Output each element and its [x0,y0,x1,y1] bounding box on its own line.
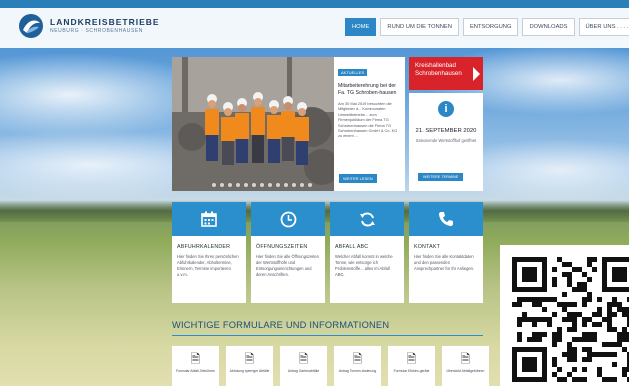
nav-ueber-uns[interactable]: ÜBER UNS . . . . . . . [578,18,629,36]
read-more-button[interactable]: WEITER LESEN [339,174,377,183]
qr-code-graphic [512,257,629,382]
tile-text: Hier finden Sie alle Kontaktdaten und de… [414,254,475,271]
logo-title: LANDKREISBETRIEBE [50,17,160,27]
forms-divider [172,335,483,336]
document-icon: 🗎 [352,352,363,366]
form-label: Formular Abfall-Gebühren [175,369,215,373]
form-card[interactable]: 🗎 Antrag Tonnen-änderung [334,346,381,386]
form-label: Abholung sperriger Abfälle [229,369,270,373]
document-icon: 🗎 [406,352,417,366]
calendar-icon [172,202,246,236]
form-card[interactable]: 🗎 Übersicht Abfallgebühren [442,346,489,386]
clock-icon [251,202,325,236]
top-accent-bar [0,0,629,8]
form-label: Formular Elektro-geräte [393,369,430,373]
tile-abfall-abc[interactable]: ABFALL ABC Welcher Abfall kommt in welch… [330,202,404,303]
nav-entsorgung[interactable]: ENTSORGUNG [462,18,519,36]
info-icon: i [438,101,454,117]
document-icon: 🗎 [244,352,255,366]
form-label: Antrag Tonnen-änderung [338,369,377,373]
news-teaser: AKTUELLES Mitarbeiterehrung bei der Fa. … [334,57,405,191]
document-icon: 🗎 [460,352,471,366]
tile-text: Welcher Abfall kommt in welche Tonne, wi… [335,254,393,277]
form-card[interactable]: 🗎 Abholung sperriger Abfälle [226,346,273,386]
kreishallenbad-label: Kreishallenbad Schrobenhausen [415,62,462,77]
event-box: i 21. SEPTEMBER 2020 Saisonende Wertstof… [409,93,483,191]
tile-text: Hier finden Sie Ihren persönlichen Abfuh… [177,254,239,277]
tile-title: KONTAKT [414,244,441,250]
news-tag: AKTUELLES [338,69,368,76]
event-date: 21. SEPTEMBER 2020 [415,128,477,134]
forms-section-title: WICHTIGE FORMULARE UND INFORMATIONEN [172,320,390,330]
tile-title: ABFALL ABC [335,244,369,250]
news-text: Am 30 Mai 2019 besuchten die Mitglieder … [338,101,398,139]
event-text: Saisonende Wertstoffhof geöffnet [415,138,477,143]
refresh-icon [330,202,404,236]
nav-home[interactable]: HOME [345,18,377,36]
main-navigation: HOME RUND UM DIE TONNEN ENTSORGUNG DOWNL… [345,18,629,36]
document-icon: 🗎 [190,352,201,366]
logo-subtitle: NEUBURG · SCHROBENHAUSEN [50,28,144,34]
more-dates-button[interactable]: WEITERE TERMINE [418,173,464,181]
tile-abfuhrkalender[interactable]: ABFUHRKALENDER Hier finden Sie Ihren per… [172,202,246,303]
forms-list: 🗎 Formular Abfall-Gebühren 🗎 Abholung sper… [172,346,489,386]
news-title[interactable]: Mitarbeiterehrung bei der Fa. TG Schrobe… [338,83,401,97]
logo-icon[interactable] [18,13,44,39]
form-label: Antrag Gartenabfälle [287,369,320,373]
form-card[interactable]: 🗎 Formular Abfall-Gebühren [172,346,219,386]
phone-icon [409,202,483,236]
tile-kontakt[interactable]: KONTAKT Hier finden Sie alle Kontaktdate… [409,202,483,303]
news-slider-photo[interactable] [172,57,334,191]
form-card[interactable]: 🗎 Antrag Gartenabfälle [280,346,327,386]
form-label: Übersicht Abfallgebühren [446,369,485,373]
document-icon: 🗎 [298,352,309,366]
chevron-right-icon [473,67,480,81]
kreishallenbad-banner[interactable]: Kreishallenbad Schrobenhausen [409,57,483,90]
nav-rund-um-die-tonnen[interactable]: RUND UM DIE TONNEN [380,18,459,36]
tile-oeffnungszeiten[interactable]: ÖFFNUNGSZEITEN Hier finden Sie alle Öffn… [251,202,325,303]
tile-text: Hier finden Sie alle Öffnungszeiten der … [256,254,319,277]
qr-code [500,245,629,386]
form-card[interactable]: 🗎 Formular Elektro-geräte [388,346,435,386]
service-tiles: ABFUHRKALENDER Hier finden Sie Ihren per… [172,202,483,303]
tile-title: ABFUHRKALENDER [177,244,231,250]
nav-downloads[interactable]: DOWNLOADS [522,18,575,36]
tile-title: ÖFFNUNGSZEITEN [256,244,308,250]
slider-pagination[interactable] [212,183,312,187]
